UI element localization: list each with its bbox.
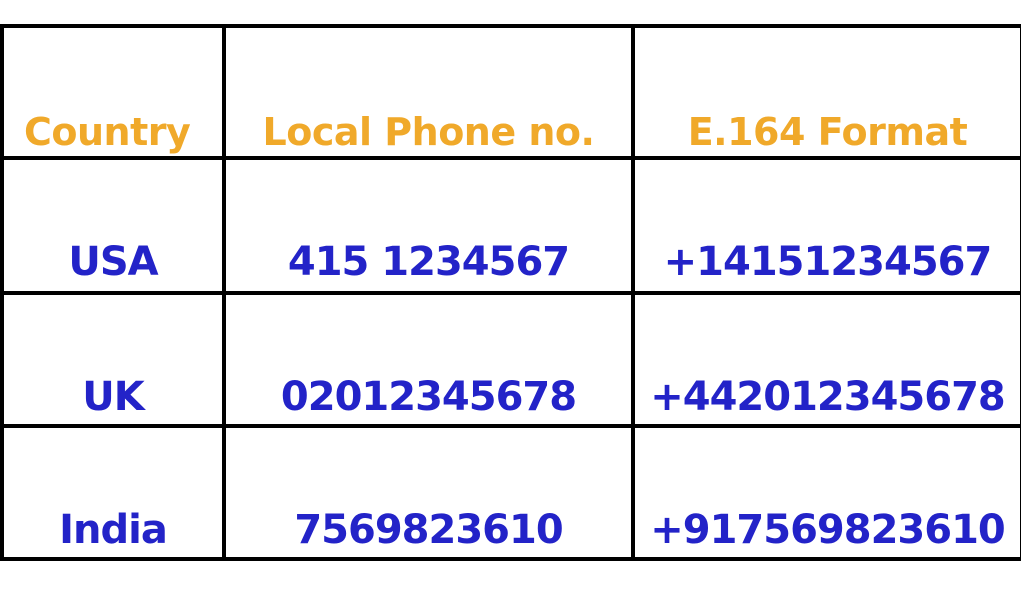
cell-e164: +14151234567 <box>631 156 1021 295</box>
table-row: UK 02012345678 +442012345678 <box>0 291 1021 428</box>
phone-format-table: Country Local Phone no. E.164 Format USA… <box>0 24 1021 561</box>
table-row: USA 415 1234567 +14151234567 <box>0 156 1021 295</box>
header-row: Country Local Phone no. E.164 Format <box>0 24 1021 160</box>
cell-country: UK <box>0 291 226 428</box>
cell-country: USA <box>0 156 226 295</box>
cell-country: India <box>0 424 226 561</box>
cell-local-phone: 415 1234567 <box>222 156 635 295</box>
cell-e164: +917569823610 <box>631 424 1021 561</box>
header-country: Country <box>0 24 226 160</box>
cell-local-phone: 7569823610 <box>222 424 635 561</box>
header-e164-format: E.164 Format <box>631 24 1021 160</box>
cell-local-phone: 02012345678 <box>222 291 635 428</box>
header-local-phone: Local Phone no. <box>222 24 635 160</box>
table-row: India 7569823610 +917569823610 <box>0 424 1021 561</box>
cell-e164: +442012345678 <box>631 291 1021 428</box>
